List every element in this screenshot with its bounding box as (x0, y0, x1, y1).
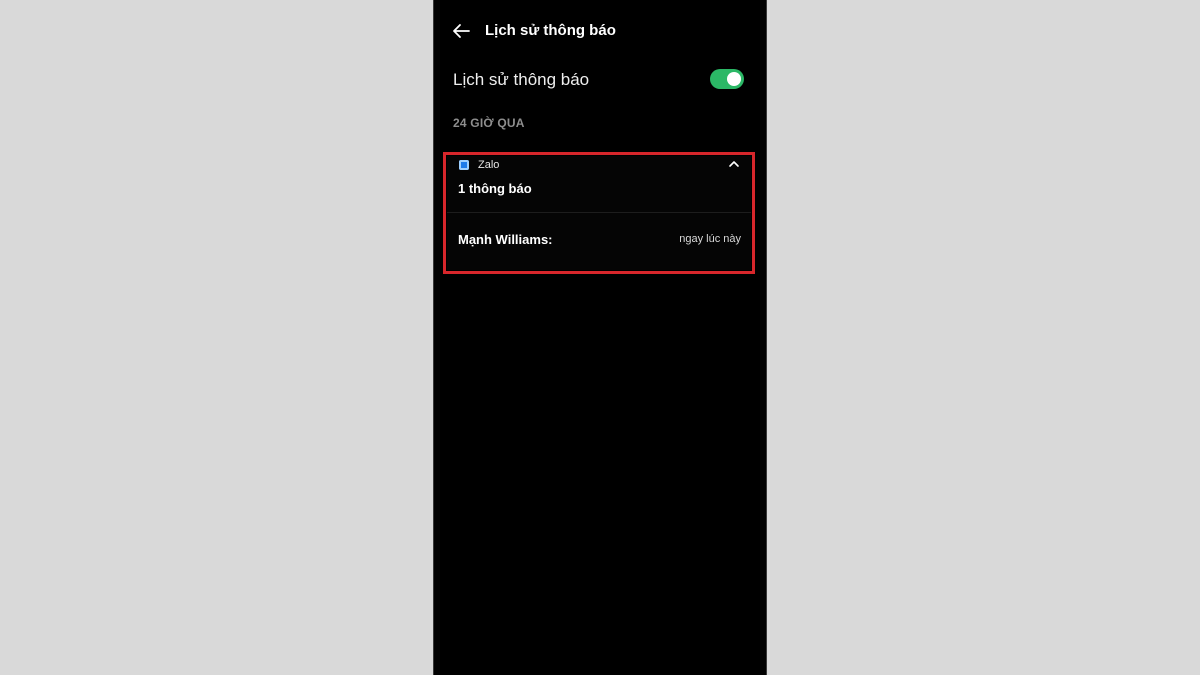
top-bar: Lịch sử thông báo (434, 14, 766, 48)
setting-label: Lịch sử thông báo (453, 70, 590, 89)
section-header-last-24h: 24 GIỜ QUA (453, 116, 525, 130)
notification-history-setting-row[interactable]: Lịch sử thông báo (434, 60, 766, 100)
arrow-left-icon[interactable] (450, 20, 472, 42)
phone-screen: Lịch sử thông báo Lịch sử thông báo 24 G… (433, 0, 767, 675)
toggle-knob (727, 72, 741, 86)
notification-history-toggle[interactable] (710, 69, 744, 89)
page-title: Lịch sử thông báo (485, 22, 616, 39)
highlight-box (443, 152, 755, 274)
